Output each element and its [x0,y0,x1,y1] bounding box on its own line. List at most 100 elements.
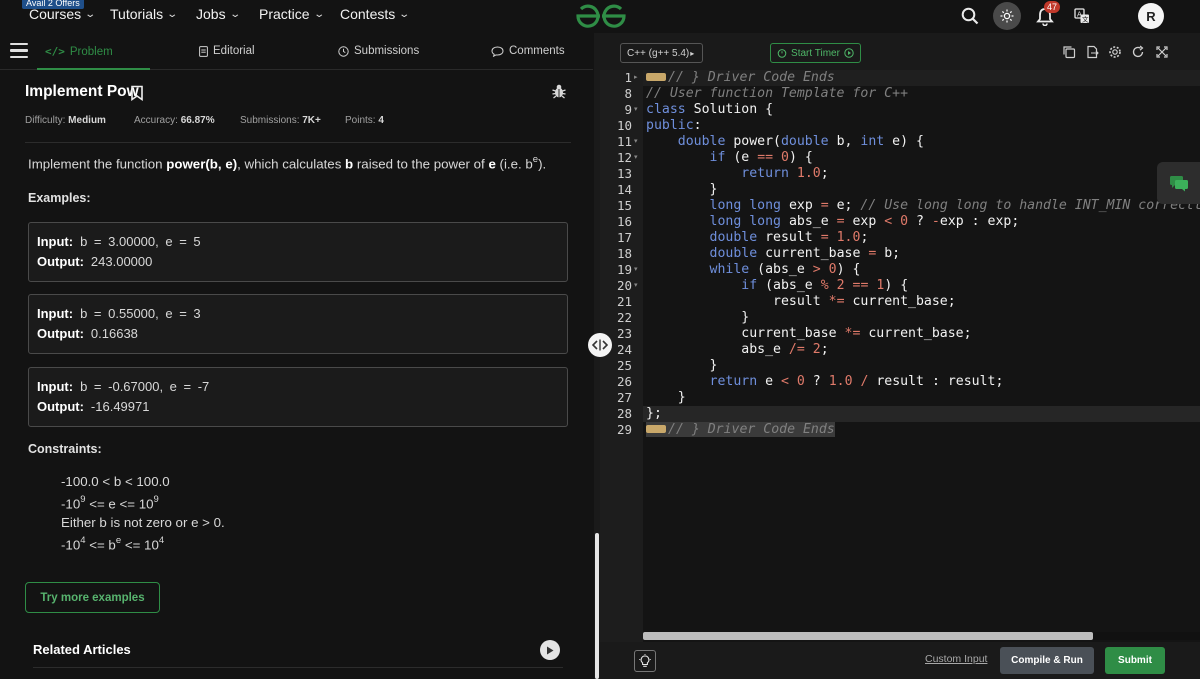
example-output: 243.00000 [90,254,153,269]
editor-toolbar: C++ (g++ 5.4) ▸ Start Timer [600,33,1200,70]
line-number: 19 [616,262,632,277]
folded-code-marker[interactable] [646,425,666,433]
panel-resize-handle[interactable] [588,333,612,357]
code-line: if (e == 0) { [709,150,813,165]
compile-and-run-button[interactable]: Compile & Run [1000,647,1094,674]
document-icon [199,45,208,57]
code-line: long long exp = e; // Use long long to h… [709,198,1200,213]
code-editor[interactable]: // } Driver Code Ends // User function T… [643,70,1200,642]
clock-icon [338,45,349,57]
top-navigation: Avail 2 Offers Courses ⌄ Tutorials ⌄ Jobs ⌄… [0,0,1200,33]
tab-submissions[interactable]: Submissions [338,45,419,57]
search-icon[interactable] [956,2,984,30]
settings-gear-icon[interactable] [1108,45,1122,59]
tab-editorial[interactable]: Editorial [199,45,255,57]
line-number: 27 [616,390,632,405]
nav-label: Practice [259,6,310,22]
constraints-heading: Constraints: [28,442,102,456]
translate-icon[interactable]: A文 [1068,2,1096,30]
line-number: 18 [616,246,632,261]
code-line: long long abs_e = exp < 0 ? -exp : exp; [709,214,1020,229]
meta-label: Points: [345,115,376,126]
line-number: 14 [616,182,632,197]
fullscreen-icon[interactable] [1155,45,1169,59]
bookmark-icon[interactable] [130,85,144,101]
tab-comments[interactable]: Comments [491,45,565,57]
code-line: double result = 1.0; [709,230,869,245]
line-number: 1 [624,70,632,85]
difficulty-meta: Difficulty: Medium [25,115,106,126]
accuracy-meta: Accuracy: 66.87% [134,115,215,126]
comment-icon [491,45,504,57]
reset-icon[interactable] [1131,45,1145,59]
tab-problem[interactable]: </> Problem [45,45,113,58]
constraint-item: -100.0 < b < 100.0 [61,474,170,489]
line-number: 28 [616,406,632,421]
problem-title: Implement Pow [25,83,139,100]
svg-text:文: 文 [1082,15,1089,24]
code-line: abs_e /= 2; [646,342,829,357]
play-circle-icon [844,48,854,58]
avatar[interactable]: R [1138,3,1164,29]
file-export-icon[interactable] [1085,45,1099,59]
editor-horizontal-scrollbar-thumb[interactable] [643,632,1093,640]
active-line-highlight [643,406,1200,422]
theme-toggle-sun-icon[interactable] [993,2,1021,30]
code-line: class Solution { [646,102,774,117]
language-label: C++ (g++ 5.4) [627,47,690,59]
line-number: 8 [624,86,632,101]
code-line: } [646,182,718,197]
caret-icon: ▸ [690,48,695,58]
divider [25,142,571,143]
active-tab-indicator [37,68,150,70]
line-number: 17 [616,230,632,245]
points-meta: Points: 4 [345,115,384,126]
try-more-examples-button[interactable]: Try more examples [25,582,160,613]
play-arrow-icon[interactable] [540,640,560,660]
nav-tutorials[interactable]: Tutorials ⌄ [110,6,179,22]
nav-label: Tutorials [110,6,164,22]
nav-label: Courses [29,6,82,22]
hamburger-menu-icon[interactable] [10,43,28,59]
input-label: Input: [37,379,74,394]
code-line: }; [646,406,662,421]
custom-input-link[interactable]: Custom Input [925,653,987,665]
code-line: // } Driver Code Ends [646,70,835,85]
folded-code-marker[interactable] [646,73,666,81]
nav-contests[interactable]: Contests ⌄ [340,6,411,22]
example-box: Input: b = -0.67000, e = -7 Output: -16.49… [28,367,568,427]
line-number: 29 [616,422,632,437]
language-select[interactable]: C++ (g++ 5.4) ▸ [620,43,703,63]
chevron-down-icon: ⌄ [228,8,241,20]
nav-jobs[interactable]: Jobs ⌄ [196,6,241,22]
tab-label: Submissions [354,45,420,57]
problem-panel: </> Problem Editorial Submissions Commen… [0,33,593,679]
line-number: 9 [624,102,632,117]
copy-icon[interactable] [1062,45,1076,59]
gfg-logo[interactable] [574,2,628,30]
line-number: 22 [616,310,632,325]
example-box: Input: b = 0.55000, e = 3 Output: 0.16638 [28,294,568,354]
output-label: Output: [37,399,84,414]
constraint-item: -104 <= be <= 104 [61,535,165,553]
lightbulb-hint-icon[interactable] [634,650,656,672]
line-number: 16 [616,214,632,229]
bug-report-icon[interactable] [551,83,567,99]
nav-courses[interactable]: Courses ⌄ [29,6,96,22]
tab-label: Editorial [213,45,255,57]
output-label: Output: [37,254,84,269]
chevron-down-icon: ⌄ [398,8,411,20]
editor-action-bar: Custom Input Compile & Run Submit [600,642,1200,679]
chevron-down-icon: ⌄ [166,8,179,20]
timer-label: Start Timer [791,47,840,59]
code-line: // } Driver Code Ends [646,422,835,437]
example-output: -16.49971 [90,399,150,414]
nav-practice[interactable]: Practice ⌄ [259,6,325,22]
submit-button[interactable]: Submit [1105,647,1165,674]
start-timer-button[interactable]: Start Timer [770,43,861,63]
notification-count-badge: 47 [1044,1,1061,13]
related-articles-heading: Related Articles [33,642,131,657]
nav-label: Contests [340,6,396,22]
chat-icon[interactable] [1157,162,1200,204]
left-panel-scrollbar-thumb[interactable] [595,533,599,679]
